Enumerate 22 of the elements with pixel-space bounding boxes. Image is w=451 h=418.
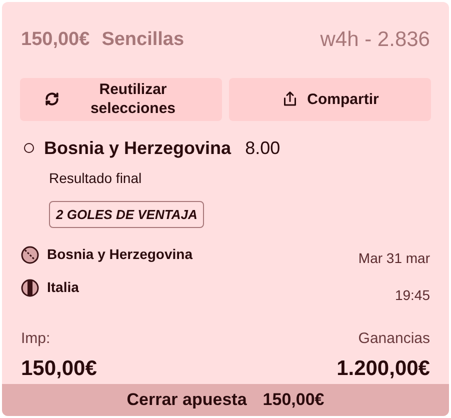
- market-name: Resultado final: [49, 168, 143, 188]
- team-name: Bosnia y Herzegovina: [47, 245, 192, 264]
- selection-name: Bosnia y Herzegovina: [44, 136, 232, 160]
- team-crest-icon: [21, 246, 39, 264]
- stake-label: Imp:: [21, 329, 52, 349]
- refresh-icon: [44, 91, 60, 107]
- event-date: Mar 31 mar: [358, 249, 430, 268]
- winnings-label: Ganancias: [358, 329, 430, 349]
- market-tag: 2 GOLES DE VENTAJA: [49, 200, 204, 228]
- selection-odds: 8.00: [245, 136, 280, 160]
- selection-radio[interactable]: [24, 143, 34, 153]
- team-crest-icon: [21, 278, 39, 296]
- reuse-selections-button[interactable]: Reutilizar selecciones: [20, 78, 222, 120]
- team-name: Italia: [47, 278, 79, 297]
- event-time: 19:45: [394, 286, 430, 305]
- winnings-amount: 1.200,00€: [336, 356, 430, 382]
- bet-type: Sencillas: [102, 28, 184, 52]
- share-button[interactable]: Compartir: [229, 78, 431, 120]
- stake-amount: 150,00€: [21, 28, 90, 52]
- cashout-button[interactable]: Cerrar apuesta 150,00€: [2, 384, 449, 416]
- stake-total: 150,00€: [21, 356, 97, 382]
- bet-code: w4h - 2.836: [320, 27, 430, 53]
